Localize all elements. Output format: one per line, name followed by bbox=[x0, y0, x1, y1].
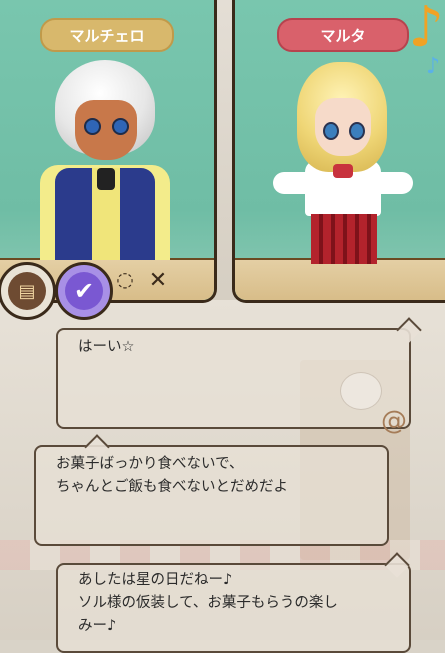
right-nameplate: マルタ bbox=[277, 18, 409, 52]
music-note-small-icon: ♪ bbox=[425, 54, 440, 79]
left-portrait-panel: マルチェロ bbox=[0, 0, 217, 303]
message-line: お菓子ばっかり食べないで、 bbox=[56, 456, 244, 472]
check-icon[interactable]: ✔ bbox=[55, 262, 113, 320]
message-line: あしたは星の日だねー♪ bbox=[78, 572, 233, 588]
panel-ground bbox=[235, 258, 445, 300]
emblem-watermark bbox=[340, 372, 382, 410]
left-nameplate: マルチェロ bbox=[40, 18, 174, 52]
speech-bubble-2[interactable]: お菓子ばっかり食べないで、 ちゃんとご飯も食べないとだめだよ bbox=[34, 434, 389, 546]
crossed-swords-icon[interactable]: ✕ bbox=[144, 266, 172, 294]
book-icon[interactable]: ▤ bbox=[0, 262, 56, 320]
speech-bubble-1[interactable]: はーい☆ @ bbox=[56, 317, 422, 434]
snail-icon: @ bbox=[381, 406, 407, 436]
message-line: ちゃんとご飯も食べないとだめだよ bbox=[56, 479, 288, 495]
ring-icon[interactable]: ◌ bbox=[114, 267, 136, 291]
message-line: ソル様の仮装して、お菓子もらうの楽し bbox=[78, 595, 338, 611]
message-line: はーい☆ bbox=[78, 339, 135, 355]
message-line: みー♪ bbox=[78, 618, 117, 634]
right-portrait-panel: マルタ ♪ ♪ bbox=[232, 0, 445, 303]
music-note-icon: ♪ bbox=[408, 0, 444, 60]
